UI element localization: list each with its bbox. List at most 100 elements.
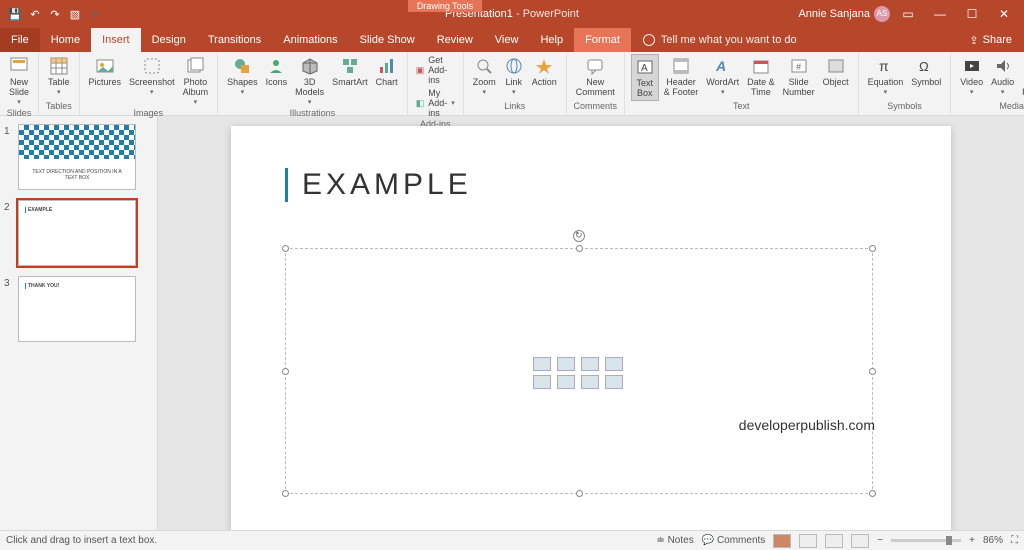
- get-addins-button[interactable]: ▣Get Add-ins: [414, 54, 457, 86]
- resize-handle[interactable]: [869, 490, 876, 497]
- insert-picture-icon[interactable]: [533, 375, 551, 389]
- symbol-button[interactable]: ΩSymbol: [908, 54, 944, 89]
- thumb-row[interactable]: 3 THANK YOU!: [4, 276, 153, 342]
- resize-handle[interactable]: [282, 490, 289, 497]
- tab-help[interactable]: Help: [529, 28, 574, 52]
- screen-recording-button[interactable]: Screen Recording: [1019, 54, 1024, 99]
- pictures-button[interactable]: Pictures: [86, 54, 125, 89]
- chart-icon: [377, 56, 397, 76]
- pictures-icon: [95, 56, 115, 76]
- new-comment-button[interactable]: New Comment: [573, 54, 618, 99]
- slide[interactable]: EXAMPLE: [231, 126, 951, 530]
- slideshow-view-icon[interactable]: [851, 534, 869, 548]
- resize-handle[interactable]: [869, 368, 876, 375]
- tab-animations[interactable]: Animations: [272, 28, 348, 52]
- video-button[interactable]: Video▾: [957, 54, 986, 98]
- zoom-level[interactable]: 86%: [983, 535, 1003, 546]
- audio-button[interactable]: Audio▾: [988, 54, 1017, 98]
- resize-handle[interactable]: [869, 245, 876, 252]
- object-button[interactable]: Object: [820, 54, 852, 89]
- table-button[interactable]: Table ▾: [45, 54, 73, 98]
- redo-icon[interactable]: ↷: [46, 5, 64, 23]
- insert-chart-icon[interactable]: [557, 357, 575, 371]
- user-name[interactable]: Annie Sanjana: [798, 8, 870, 20]
- tab-slideshow[interactable]: Slide Show: [349, 28, 426, 52]
- notes-button[interactable]: ≐ Notes: [656, 535, 693, 546]
- link-button[interactable]: Link▾: [501, 54, 527, 98]
- zoom-slider[interactable]: [891, 539, 961, 542]
- date-time-button[interactable]: Date & Time: [744, 54, 778, 99]
- canvas-area[interactable]: EXAMPLE: [158, 116, 1024, 530]
- share-button[interactable]: ⇪ Share: [957, 28, 1024, 52]
- resize-handle[interactable]: [282, 245, 289, 252]
- zoom-out-button[interactable]: −: [877, 535, 883, 546]
- tab-view[interactable]: View: [484, 28, 530, 52]
- maximize-icon[interactable]: ☐: [958, 7, 986, 21]
- slide-thumb-3[interactable]: THANK YOU!: [18, 276, 136, 342]
- 3d-models-button[interactable]: 3D Models▾: [292, 54, 327, 108]
- action-button[interactable]: Action: [529, 54, 560, 89]
- audio-icon: [993, 56, 1013, 76]
- insert-video-icon[interactable]: [581, 375, 599, 389]
- tab-insert[interactable]: Insert: [91, 28, 141, 52]
- equation-button[interactable]: πEquation▾: [865, 54, 907, 98]
- tab-transitions[interactable]: Transitions: [197, 28, 272, 52]
- tell-me[interactable]: Tell me what you want to do: [631, 28, 797, 52]
- smartart-button[interactable]: SmartArt: [329, 54, 371, 89]
- content-placeholder[interactable]: [285, 248, 873, 494]
- undo-icon[interactable]: ↶: [26, 5, 44, 23]
- save-icon[interactable]: 💾: [6, 5, 24, 23]
- new-slide-button[interactable]: New Slide ▾: [6, 54, 32, 108]
- tab-format[interactable]: Format: [574, 28, 631, 52]
- tab-file[interactable]: File: [0, 28, 40, 52]
- insert-table-icon[interactable]: [533, 357, 551, 371]
- ribbon: New Slide ▾ Slides Table ▾ Tables Pictur…: [0, 52, 1024, 116]
- group-slides: New Slide ▾ Slides: [0, 52, 39, 115]
- qat-more-icon[interactable]: ▾: [86, 5, 104, 23]
- thumb-row[interactable]: 1 TEXT DIRECTION AND POSITION IN A TEXT …: [4, 124, 153, 190]
- resize-handle[interactable]: [576, 245, 583, 252]
- tab-review[interactable]: Review: [426, 28, 484, 52]
- rotate-handle[interactable]: [573, 230, 585, 242]
- normal-view-icon[interactable]: [773, 534, 791, 548]
- shapes-button[interactable]: Shapes▾: [224, 54, 261, 98]
- svg-text:π: π: [879, 58, 889, 74]
- start-slideshow-icon[interactable]: ▧: [66, 5, 84, 23]
- avatar[interactable]: AS: [874, 6, 890, 22]
- close-icon[interactable]: ✕: [990, 7, 1018, 21]
- sorter-view-icon[interactable]: [799, 534, 817, 548]
- my-addins-button[interactable]: ◧My Add-ins▾: [414, 87, 457, 119]
- icons-button[interactable]: Icons: [263, 54, 291, 89]
- resize-handle[interactable]: [282, 368, 289, 375]
- photo-album-button[interactable]: Photo Album▾: [180, 54, 212, 108]
- fit-to-window-icon[interactable]: ⛶: [1011, 535, 1018, 546]
- zoom-button[interactable]: Zoom▾: [470, 54, 499, 98]
- comments-button[interactable]: 💬 Comments: [702, 535, 766, 546]
- reading-view-icon[interactable]: [825, 534, 843, 548]
- screenshot-button[interactable]: Screenshot▾: [126, 54, 178, 98]
- slide-title[interactable]: EXAMPLE: [285, 168, 472, 202]
- title-right: Annie Sanjana AS ▭ — ☐ ✕: [798, 6, 1018, 22]
- chart-button[interactable]: Chart: [373, 54, 401, 89]
- smartart-icon: [340, 56, 360, 76]
- insert-3d-icon[interactable]: [605, 357, 623, 371]
- comment-icon: [585, 56, 605, 76]
- app-name: PowerPoint: [523, 8, 579, 20]
- thumb-row[interactable]: 2 EXAMPLE: [4, 200, 153, 266]
- minimize-icon[interactable]: —: [926, 7, 954, 21]
- insert-icon-icon[interactable]: [605, 375, 623, 389]
- zoom-in-button[interactable]: +: [969, 535, 975, 546]
- insert-online-picture-icon[interactable]: [557, 375, 575, 389]
- tab-design[interactable]: Design: [141, 28, 197, 52]
- tab-home[interactable]: Home: [40, 28, 91, 52]
- ribbon-options-icon[interactable]: ▭: [894, 7, 922, 21]
- slide-thumb-1[interactable]: TEXT DIRECTION AND POSITION IN A TEXT BO…: [18, 124, 136, 190]
- wordart-button[interactable]: AWordArt▾: [703, 54, 742, 98]
- placeholder-icons: [533, 357, 625, 389]
- insert-smartart-icon[interactable]: [581, 357, 599, 371]
- resize-handle[interactable]: [576, 490, 583, 497]
- slide-number-button[interactable]: #Slide Number: [780, 54, 818, 99]
- header-footer-button[interactable]: Header & Footer: [661, 54, 702, 99]
- slide-thumb-2[interactable]: EXAMPLE: [18, 200, 136, 266]
- text-box-button[interactable]: AText Box: [631, 54, 659, 101]
